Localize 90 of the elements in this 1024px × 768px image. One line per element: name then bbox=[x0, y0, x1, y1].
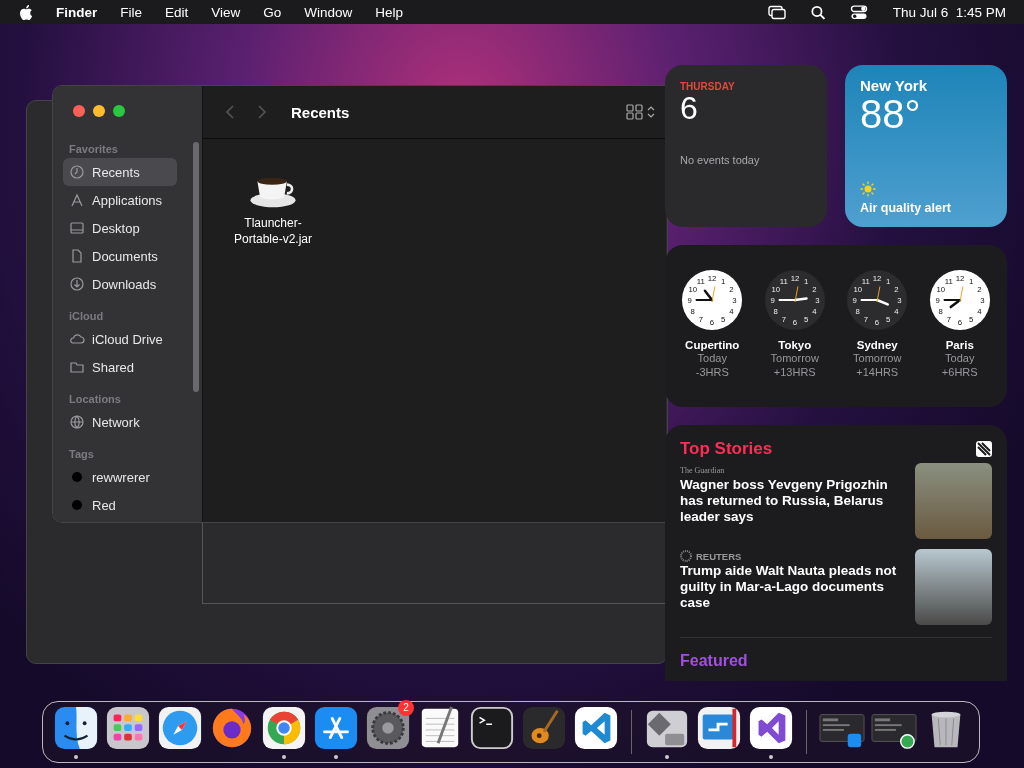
events-note: No events today bbox=[680, 154, 761, 166]
clock-day: Today bbox=[945, 351, 975, 365]
clock-day: Tomorrow bbox=[770, 351, 819, 365]
minimize-button[interactable] bbox=[93, 105, 105, 117]
infinity-app-icon[interactable] bbox=[748, 705, 794, 751]
apps-icon bbox=[69, 192, 85, 208]
smiling-face-app-icon[interactable] bbox=[53, 705, 99, 751]
sun-icon bbox=[860, 181, 876, 197]
news-headline: Trump aide Walt Nauta pleads not guilty in Mar-a-Lago documents case bbox=[680, 563, 898, 611]
code-app-icon[interactable] bbox=[573, 705, 619, 751]
letter-a-app-icon[interactable] bbox=[313, 705, 359, 751]
sidebar-heading: Locations bbox=[68, 392, 122, 407]
notification-badge: 2 bbox=[398, 700, 414, 716]
sidebar-item[interactable]: Shared bbox=[63, 353, 177, 381]
globe-icon bbox=[69, 414, 85, 430]
news-source: The Guardian bbox=[680, 465, 725, 475]
download-icon bbox=[69, 276, 85, 292]
clock-city: Sydney bbox=[856, 339, 898, 351]
guitar-app-icon[interactable] bbox=[521, 705, 567, 751]
menu-item[interactable]: Edit bbox=[165, 4, 189, 20]
sidebar-heading: Tags bbox=[68, 447, 95, 462]
weather-widget[interactable]: New York 88° Air quality alert bbox=[845, 65, 1007, 227]
screen-mirroring-icon[interactable] bbox=[767, 4, 786, 20]
menu-bar-clock[interactable]: Thu Jul 6 1:45 PM bbox=[892, 4, 1006, 20]
terminal-icon[interactable] bbox=[469, 705, 515, 751]
menu-item[interactable]: View bbox=[211, 4, 241, 20]
cloud-icon bbox=[69, 331, 85, 347]
clock-offset: +6HRS bbox=[941, 365, 978, 379]
clock-city: Tokyo bbox=[778, 339, 812, 351]
menu-item[interactable]: Window bbox=[304, 4, 353, 20]
clock-day: Today bbox=[697, 351, 727, 365]
clock-icon bbox=[69, 164, 85, 180]
document-icon bbox=[69, 248, 85, 264]
sidebar-heading: iCloud bbox=[68, 309, 105, 324]
desktop-icon bbox=[69, 220, 85, 236]
sidebar-heading: Favorites bbox=[68, 142, 119, 157]
app-grid-icon[interactable] bbox=[105, 705, 151, 751]
sidebar-item[interactable]: rewwrerer bbox=[63, 463, 177, 491]
sidebar-item[interactable]: Recents bbox=[63, 158, 177, 186]
section-heading: Featured bbox=[680, 652, 749, 670]
news-logo-icon bbox=[976, 441, 992, 457]
sidebar-item[interactable]: Desktop bbox=[63, 214, 177, 242]
day-number: 6 bbox=[680, 92, 699, 124]
clock-day: Tomorrow bbox=[853, 351, 902, 365]
sidebar-item[interactable]: Red bbox=[63, 491, 177, 519]
sidebar-item[interactable]: Downloads bbox=[63, 270, 177, 298]
news-widget[interactable]: Top Stories The Guardian Wagner boss Yevgeny Prigozhin has returned to Russia, Belarus leader says REUTERS Trump aide Walt Nauta pleads not guilty in Mar-a-Lago documents case Featured bbox=[665, 425, 1007, 681]
news-story[interactable]: The Guardian Wagner boss Yevgeny Prigozhin has returned to Russia, Belarus leader says bbox=[680, 463, 992, 545]
zoom-button[interactable] bbox=[113, 105, 125, 117]
menu-item[interactable]: Go bbox=[263, 4, 282, 20]
window-title: Recents bbox=[291, 103, 350, 121]
news-story[interactable]: REUTERS Trump aide Walt Nauta pleads not guilty in Mar-a-Lago documents case bbox=[680, 549, 992, 631]
calendar-widget[interactable]: THURSDAY 6 No events today bbox=[665, 65, 827, 227]
window-app-icon[interactable] bbox=[696, 705, 742, 751]
clock-offset: +14HRS bbox=[856, 365, 899, 379]
scrollbar[interactable] bbox=[193, 142, 199, 392]
compass-app-icon[interactable] bbox=[157, 705, 203, 751]
app-menu[interactable]: Finder bbox=[56, 4, 98, 20]
clock-city: Paris bbox=[945, 339, 974, 351]
ring-app-icon[interactable] bbox=[261, 705, 307, 751]
file-name[interactable]: Tlauncher- Portable-v2.jar bbox=[233, 215, 312, 247]
gear-app-icon[interactable] bbox=[365, 705, 411, 751]
clock-offset: +13HRS bbox=[773, 365, 816, 379]
close-button[interactable] bbox=[73, 105, 85, 117]
weekday-label: THURSDAY bbox=[680, 81, 736, 92]
sidebar-item[interactable]: Documents bbox=[63, 242, 177, 270]
sidebar-item[interactable]: Applications bbox=[63, 186, 177, 214]
news-heading: Top Stories bbox=[680, 439, 773, 459]
menu-item[interactable]: Help bbox=[375, 4, 404, 20]
city-name: New York bbox=[860, 77, 928, 94]
shared-folder-icon bbox=[69, 359, 85, 375]
dotted-circle-icon bbox=[680, 550, 692, 562]
analog-clock-drawing: 11 12 1 10 2 9 3 8 4 7 6 5 bbox=[763, 269, 826, 331]
toggle-switches-icon[interactable] bbox=[849, 4, 868, 20]
search-icon[interactable] bbox=[808, 4, 827, 20]
menu-item[interactable]: File bbox=[120, 4, 143, 20]
icon-view-icon[interactable] bbox=[626, 104, 656, 120]
alert-label: Air quality alert bbox=[860, 201, 952, 215]
analog-clock-drawing: 11 12 1 10 2 9 3 8 4 7 6 5 bbox=[681, 269, 744, 331]
sidebar-item[interactable]: Network bbox=[63, 408, 177, 436]
apple-logo-icon[interactable] bbox=[18, 3, 33, 21]
sidebar-item[interactable]: iCloud Drive bbox=[63, 325, 177, 353]
temperature: 88° bbox=[860, 94, 922, 134]
world-clock-widget[interactable]: 11 12 1 10 2 9 3 8 4 7 6 5 Cupertino Today -3HRS 11 12 1 10 2 9 3 8 4 7 6 5 Tokyo Tomorrow +13HRS 11 12 1 10 2 9 3 8 4 7 6 5 Sydney Tomorrow +14HRS 11 12 1 10 2 9 3 8 4 7 6 5 Paris Today +6HRS bbox=[665, 245, 1007, 407]
clock-offset: -3HRS bbox=[695, 365, 729, 379]
analog-clock-drawing: 11 12 1 10 2 9 3 8 4 7 6 5 bbox=[928, 269, 991, 331]
clock-city: Cupertino bbox=[685, 339, 740, 351]
news-headline: Wagner boss Yevgeny Prigozhin has returned to Russia, Belarus leader says bbox=[680, 477, 889, 525]
analog-clock-drawing: 11 12 1 10 2 9 3 8 4 7 6 5 bbox=[846, 269, 909, 331]
news-source: REUTERS bbox=[696, 550, 742, 562]
